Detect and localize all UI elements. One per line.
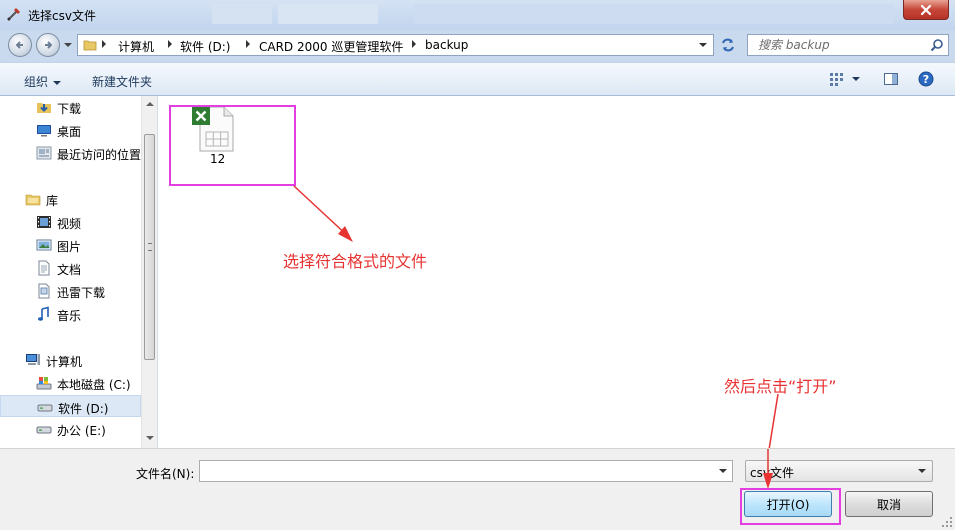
- close-icon: [920, 4, 932, 15]
- annotation-select-file: 选择符合格式的文件: [283, 252, 428, 271]
- address-bar[interactable]: 计算机 软件 (D:) CARD 2000 巡更管理软件 backup: [77, 34, 714, 56]
- breadcrumb-computer[interactable]: 计算机: [118, 38, 154, 55]
- scroll-down-icon[interactable]: [146, 436, 154, 440]
- organize-menu[interactable]: 组织: [24, 73, 62, 90]
- address-row: 计算机 软件 (D:) CARD 2000 巡更管理软件 backup: [0, 30, 955, 60]
- nav-item-drive-c[interactable]: 本地磁盘 (C:): [0, 372, 141, 394]
- app-icon: [7, 8, 20, 21]
- scroll-up-icon[interactable]: [146, 102, 154, 106]
- open-highlight-box: [740, 488, 841, 525]
- cancel-button[interactable]: 取消: [845, 491, 933, 517]
- address-dropdown-icon[interactable]: [699, 43, 707, 47]
- nav-label: 办公 (E:): [57, 424, 106, 438]
- nav-label: 软件 (D:): [58, 402, 109, 416]
- breadcrumb-backup[interactable]: backup: [425, 38, 468, 52]
- resize-grip-icon[interactable]: [941, 516, 953, 528]
- organize-label: 组织: [24, 75, 49, 89]
- nav-item-computer[interactable]: 计算机: [0, 349, 141, 371]
- view-options-icon[interactable]: [828, 71, 844, 87]
- filetype-dropdown-icon: [918, 469, 926, 473]
- search-box[interactable]: [747, 34, 949, 56]
- background-window-ghost: [212, 4, 272, 24]
- dialog-footer: 文件名(N): csv文件 打开(O) 取消: [0, 448, 955, 530]
- documents-icon: [38, 260, 50, 276]
- system-drive-icon: [36, 377, 52, 390]
- background-window-ghost: [414, 4, 894, 24]
- filename-combo[interactable]: [199, 460, 733, 482]
- nav-label: 下载: [57, 102, 82, 116]
- navigation-pane: 下载 桌面 最近访问的位置 库 视频 图片 文档 迅雷下载 音乐 计算机 本地磁…: [0, 96, 158, 448]
- nav-label: 桌面: [57, 125, 82, 139]
- nav-item-videos[interactable]: 视频: [0, 211, 141, 233]
- close-button[interactable]: [903, 0, 949, 20]
- refresh-button[interactable]: [716, 34, 740, 56]
- breadcrumb-separator: [412, 40, 416, 48]
- help-icon[interactable]: ?: [918, 71, 934, 87]
- drive-icon: [36, 426, 52, 434]
- computer-icon: [26, 354, 40, 365]
- breadcrumb-separator: [168, 40, 172, 48]
- command-bar: 组织 新建文件夹 ?: [0, 62, 955, 96]
- search-input[interactable]: [756, 37, 920, 53]
- nav-item-drive-e[interactable]: 办公 (E:): [0, 418, 141, 440]
- background-window-ghost: [278, 4, 378, 24]
- breadcrumb-separator: [102, 40, 106, 48]
- nav-label: 视频: [57, 217, 82, 231]
- nav-item-documents[interactable]: 文档: [0, 257, 141, 279]
- nav-label: 本地磁盘 (C:): [57, 378, 131, 392]
- nav-item-drive-d[interactable]: 软件 (D:): [0, 395, 141, 417]
- file-list-pane: 12 选择符合格式的文件 然后点击“打开”: [158, 96, 955, 448]
- music-icon: [38, 306, 49, 321]
- recent-places-icon: [36, 146, 52, 160]
- forward-button[interactable]: [36, 33, 60, 57]
- drive-icon: [37, 404, 53, 412]
- filename-input[interactable]: [204, 463, 708, 479]
- filename-dropdown-icon[interactable]: [719, 469, 727, 473]
- scroll-thumb[interactable]: [144, 134, 155, 360]
- desktop-icon: [37, 125, 51, 137]
- filename-label: 文件名(N):: [136, 467, 195, 481]
- svg-text:?: ?: [923, 73, 929, 86]
- nav-item-xunlei-downloads[interactable]: 迅雷下载: [0, 280, 141, 302]
- recent-pages-dropdown[interactable]: [64, 40, 72, 50]
- breadcrumb-card2000[interactable]: CARD 2000 巡更管理软件: [259, 38, 403, 55]
- nav-label: 文档: [57, 263, 82, 277]
- nav-item-music[interactable]: 音乐: [0, 303, 141, 325]
- back-arrow-icon: [15, 41, 23, 49]
- breadcrumb-drive-d[interactable]: 软件 (D:): [180, 38, 230, 55]
- folder-icon: [83, 40, 97, 51]
- annotation-then-open: 然后点击“打开”: [724, 377, 837, 396]
- nav-label: 迅雷下载: [57, 286, 106, 300]
- downloads-library-icon: [38, 283, 50, 299]
- nav-item-recent-places[interactable]: 最近访问的位置: [0, 142, 141, 164]
- view-dropdown-icon[interactable]: [852, 77, 860, 81]
- pictures-icon: [36, 239, 52, 251]
- breadcrumb-separator: [246, 40, 250, 48]
- grip-icon: [148, 243, 152, 251]
- nav-label: 图片: [57, 240, 82, 254]
- nav-label: 计算机: [46, 355, 83, 369]
- nav-label: 音乐: [57, 309, 82, 323]
- refresh-icon: [722, 38, 734, 52]
- title-bar: 选择csv文件: [0, 0, 955, 30]
- nav-label: 库: [46, 194, 59, 208]
- chevron-down-icon: [53, 80, 62, 85]
- back-button[interactable]: [8, 33, 32, 57]
- annotation-arrow-head: [763, 449, 773, 489]
- nav-label: 最近访问的位置: [57, 148, 142, 162]
- video-icon: [37, 216, 51, 228]
- nav-scrollbar[interactable]: [141, 96, 157, 448]
- nav-item-pictures[interactable]: 图片: [0, 234, 141, 256]
- search-icon[interactable]: [930, 38, 944, 52]
- nav-item-libraries[interactable]: 库: [0, 188, 141, 210]
- forward-arrow-icon: [45, 41, 53, 49]
- new-folder-button[interactable]: 新建文件夹: [92, 73, 152, 90]
- window-title: 选择csv文件: [28, 9, 96, 23]
- downloads-folder-icon: [37, 103, 51, 113]
- preview-pane-icon[interactable]: [883, 71, 899, 87]
- libraries-icon: [25, 194, 41, 206]
- nav-item-downloads[interactable]: 下载: [0, 96, 141, 118]
- nav-item-desktop[interactable]: 桌面: [0, 119, 141, 141]
